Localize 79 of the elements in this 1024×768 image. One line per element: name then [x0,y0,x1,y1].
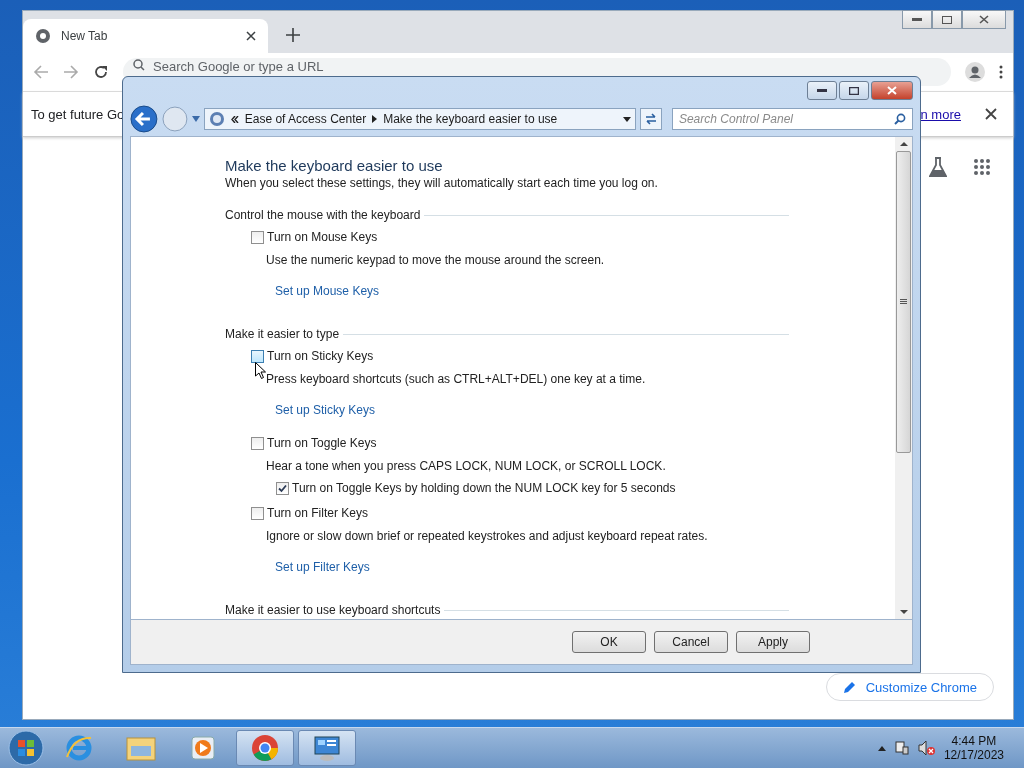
checkbox[interactable] [251,349,264,363]
close-button[interactable] [962,10,1006,29]
refresh-icon [643,112,658,126]
checkbox[interactable] [276,481,289,495]
minimize-button[interactable] [807,81,837,100]
arrow-icon[interactable] [372,115,378,123]
dropdown-icon[interactable] [623,116,631,122]
checkbox-label[interactable]: Turn on Sticky Keys [267,349,374,363]
maximize-button[interactable] [932,10,962,29]
chevron-icon [230,115,239,123]
section-heading: Make it easier to use keyboard shortcuts [225,603,441,617]
profile-icon[interactable] [965,62,985,82]
dialog-button[interactable]: OK [572,631,646,653]
browser-tab[interactable]: New Tab [23,19,268,53]
section-heading: Control the mouse with the keyboard [225,208,421,222]
address-bar[interactable]: Ease of Access Center Make the keyboard easier to use [203,108,636,130]
taskbar-app[interactable] [298,730,356,766]
maximize-icon [849,86,859,95]
breadcrumb-item[interactable]: Make the keyboard easier to use [383,112,558,126]
close-icon[interactable] [246,31,256,41]
description: Press keyboard shortcuts (such as CTRL+ALT+DEL) one key at a time. [266,372,647,386]
mouse-cursor-icon [255,362,266,379]
dialog-button[interactable]: Cancel [654,631,728,653]
menu-icon[interactable] [999,65,1003,79]
caret-icon[interactable] [877,745,886,751]
media-player-icon [189,734,217,762]
close-icon [887,86,897,95]
checkbox[interactable] [251,506,264,520]
close-icon[interactable] [985,108,997,120]
search-icon [133,59,145,71]
close-button[interactable] [871,81,913,100]
description: Use the numeric keypad to move the mouse around the screen. [266,253,606,267]
start-button[interactable] [6,729,46,767]
refresh-button[interactable] [640,108,662,130]
search-icon [894,113,906,125]
close-icon [979,15,989,24]
muted-speaker-icon[interactable] [917,740,936,756]
checkbox[interactable] [251,230,264,244]
minimize-icon [912,17,922,22]
minimize-button[interactable] [902,10,932,29]
maximize-icon [942,15,952,24]
section-heading: Make it easier to type [225,327,340,341]
caret-icon[interactable] [191,116,200,122]
clock-time[interactable]: 4:44 PM [951,734,997,748]
grip-icon [900,299,907,305]
checkbox-label[interactable]: Turn on Mouse Keys [267,230,378,244]
pencil-icon [842,680,856,694]
network-icon[interactable] [893,740,910,756]
setup-link[interactable]: Set up Sticky Keys [275,403,376,417]
checkbox-label[interactable]: Turn on Toggle Keys [267,436,377,450]
clock-date[interactable]: 12/17/2023 [943,748,1004,762]
customize-chrome-button[interactable]: Customize Chrome [825,673,994,701]
reload-icon[interactable] [93,64,109,80]
description: Hear a tone when you press CAPS LOCK, NUM LOCK, or SCROLL LOCK. [266,459,667,473]
page-subtitle: When you select these settings, they will automatically start each time you log on. [225,176,659,190]
page-title: Make the keyboard easier to use [225,157,444,174]
folder-icon [125,734,157,762]
control-panel-icon [312,734,342,762]
description: Ignore or slow down brief or repeated keystrokes and adjust keyboard repeat rates. [266,529,709,543]
learn-more-link[interactable]: n more [920,106,961,122]
checkbox-label[interactable]: Turn on Filter Keys [267,506,368,520]
address-placeholder: Search Google or type a URL [153,59,324,74]
checkbox-label[interactable]: Turn on Toggle Keys by holding down the NUM LOCK key for 5 seconds [292,481,676,495]
chrome-icon [250,733,280,763]
minimize-icon [817,89,827,92]
setup-link[interactable]: Set up Mouse Keys [275,284,380,298]
setup-link[interactable]: Set up Filter Keys [275,560,370,574]
search-field[interactable]: Search Control Panel [671,108,913,130]
flask-icon[interactable] [929,157,947,177]
breadcrumb-item[interactable]: Ease of Access Center [244,112,367,126]
apps-grid-icon[interactable] [973,158,991,176]
chrome-icon [35,28,51,44]
checkbox[interactable] [251,436,264,450]
plus-icon[interactable] [286,28,300,42]
dialog-button[interactable]: Apply [736,631,810,653]
taskbar-app[interactable] [236,730,294,766]
maximize-button[interactable] [839,81,869,100]
ie-icon [64,733,94,763]
control-panel-icon [208,111,225,127]
